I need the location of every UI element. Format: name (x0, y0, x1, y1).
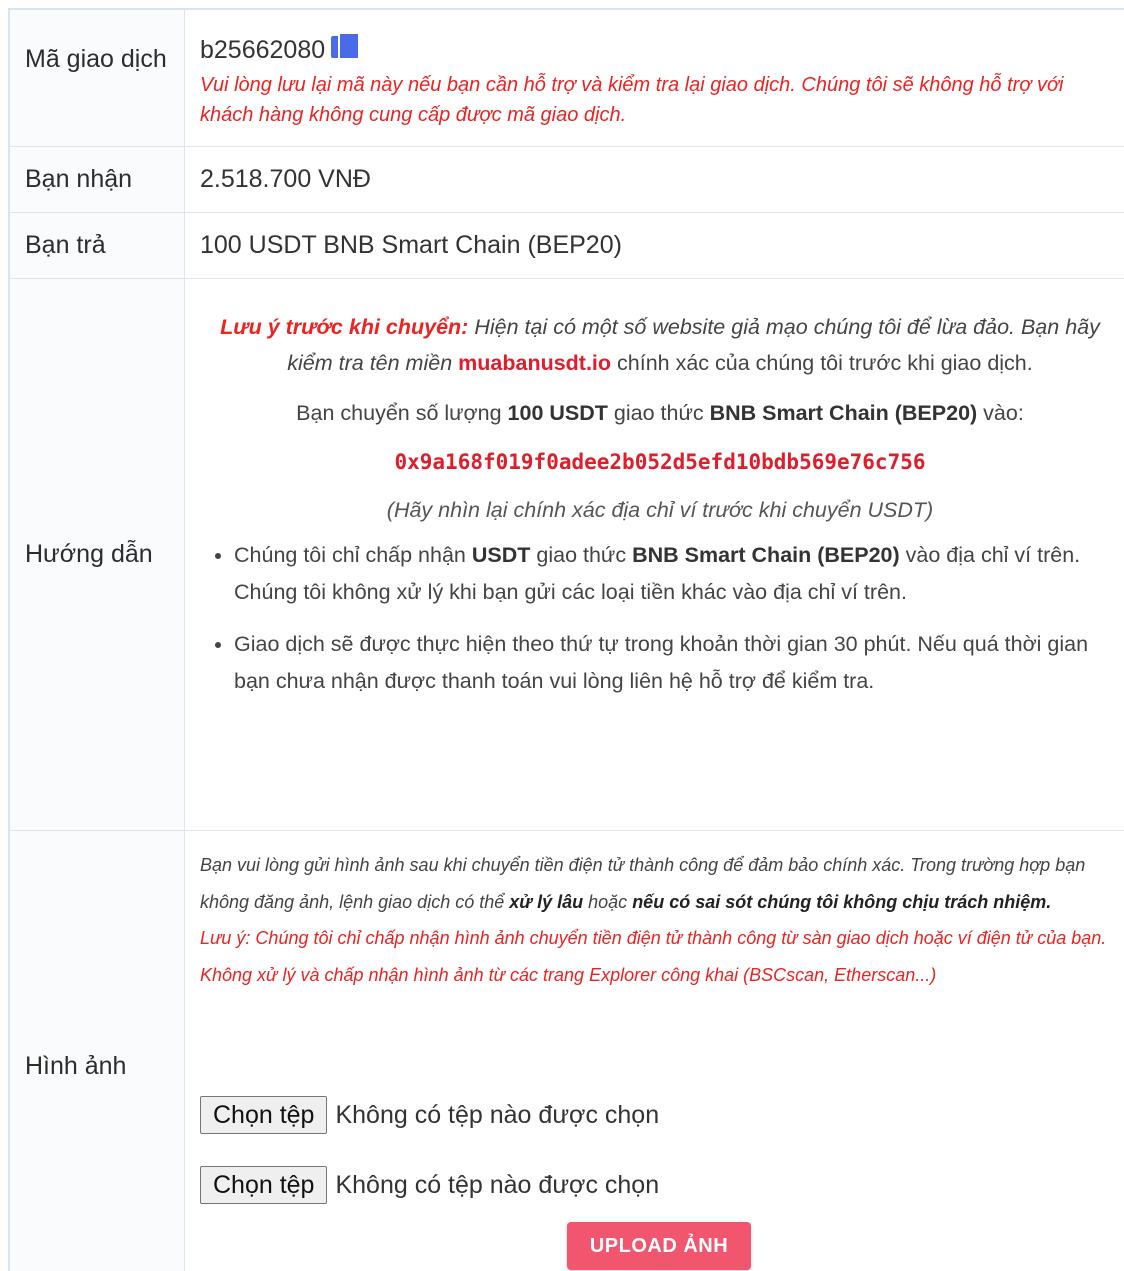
no-file-text: Không có tệp nào được chọn (335, 1170, 660, 1199)
row-guide: Hướng dẫn Lưu ý trước khi chuyển: Hiện t… (10, 279, 1124, 831)
label-cell: Bạn nhận (10, 147, 184, 212)
transfer-suffix: vào: (977, 401, 1024, 425)
row-transaction-code: Mã giao dịch b25662080 Vui lòng lưu lại … (10, 10, 1124, 147)
row-image: Hình ảnh Bạn vui lòng gửi hình ảnh sau k… (10, 831, 1124, 1271)
transaction-code-note: Vui lòng lưu lại mã này nếu bạn cần hỗ t… (200, 74, 1064, 126)
bullet1-network: BNB Smart Chain (BEP20) (632, 543, 900, 567)
transaction-table: Mã giao dịch b25662080 Vui lòng lưu lại … (0, 0, 1124, 1271)
bullet1-prefix: Chúng tôi chỉ chấp nhận (234, 543, 472, 567)
transaction-code-line: b25662080 (200, 32, 361, 65)
image-note-bold-2: nếu có sai sót chúng tôi không chịu trác… (632, 891, 1052, 912)
warning-text-2: chính xác của chúng tôi trước khi giao d… (611, 351, 1033, 375)
file-input-2[interactable]: Chọn tệp Không có tệp nào được chọn (200, 1165, 659, 1205)
transfer-mid: giao thức (607, 401, 710, 425)
choose-file-button[interactable]: Chọn tệp (200, 1096, 328, 1134)
no-file-text: Không có tệp nào được chọn (335, 1100, 660, 1129)
label-cell: Mã giao dịch (10, 10, 184, 146)
column-divider (184, 10, 185, 1271)
label-cell: Hướng dẫn (10, 279, 184, 830)
bullet1-mid: giao thức (530, 543, 633, 567)
copy-icon[interactable] (331, 32, 361, 60)
file-input-1[interactable]: Chọn tệp Không có tệp nào được chọn (200, 1095, 659, 1135)
label-cell: Bạn trả (10, 213, 184, 278)
image-note-bold-1: xử lý lâu (509, 891, 584, 912)
pay-value: 100 USDT BNB Smart Chain (BEP20) (200, 231, 622, 259)
bullet1-coin: USDT (471, 543, 531, 567)
image-warning: Lưu ý: Chúng tôi chỉ chấp nhận hình ảnh … (200, 928, 1107, 985)
upload-image-button[interactable]: UPLOAD ẢNH (567, 1222, 751, 1270)
receive-value: 2.518.700 VNĐ (200, 165, 371, 193)
pay-label: Bạn trả (25, 231, 106, 259)
warning-lead: Lưu ý trước khi chuyển: (220, 315, 469, 339)
transaction-code: b25662080 (200, 36, 326, 64)
transfer-network: BNB Smart Chain (BEP20) (709, 401, 978, 425)
image-note: Bạn vui lòng gửi hình ảnh sau khi chuyển… (200, 847, 1110, 993)
transaction-code-label: Mã giao dịch (25, 45, 167, 73)
choose-file-button[interactable]: Chọn tệp (200, 1166, 328, 1204)
list-item: Giao dịch sẽ được thực hiện theo thứ tự … (234, 626, 1120, 699)
address-hint: (Hãy nhìn lại chính xác địa chỉ ví trước… (386, 498, 934, 522)
label-cell: Hình ảnh (10, 831, 184, 1271)
list-item: Chúng tôi chỉ chấp nhận USDT giao thức B… (234, 537, 1120, 610)
receive-label: Bạn nhận (25, 165, 133, 193)
domain-name: muabanusdt.io (458, 351, 612, 375)
transfer-instruction: Bạn chuyển số lượng 100 USDT giao thức B… (200, 395, 1120, 431)
transfer-amount: 100 USDT (507, 401, 608, 425)
image-note-2: hoặc (583, 891, 633, 912)
guide-bullets: Chúng tôi chỉ chấp nhận USDT giao thức B… (200, 537, 1120, 699)
image-label: Hình ảnh (25, 1052, 127, 1080)
row-receive: Bạn nhận 2.518.700 VNĐ (10, 147, 1124, 213)
warning-paragraph: Lưu ý trước khi chuyển: Hiện tại có một … (200, 309, 1120, 381)
wallet-address[interactable]: 0x9a168f019f0adee2b052d5efd10bdb569e76c7… (200, 445, 1120, 479)
row-pay: Bạn trả 100 USDT BNB Smart Chain (BEP20) (10, 213, 1124, 279)
guide-content: Lưu ý trước khi chuyển: Hiện tại có một … (200, 309, 1120, 715)
guide-label: Hướng dẫn (25, 540, 153, 568)
transfer-prefix: Bạn chuyển số lượng (296, 401, 508, 425)
